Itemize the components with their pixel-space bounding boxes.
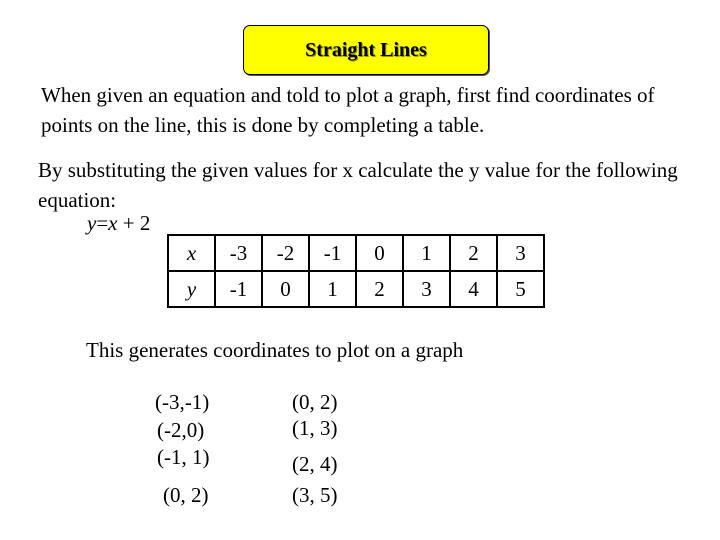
- y-value-cell: 2: [355, 270, 404, 308]
- coordinate-pair: (-2,0): [157, 418, 205, 442]
- x-value-cell: 2: [449, 234, 498, 272]
- equation-rhs-var: x: [108, 211, 118, 235]
- instruction-paragraph: By substituting the given values for x c…: [38, 158, 678, 212]
- x-value-cell: 3: [496, 234, 545, 272]
- title-box: Straight Lines: [243, 25, 489, 75]
- coordinate-pair: (-3,-1): [155, 390, 210, 414]
- values-table: x -3 -2 -1 0 1 2 3 y -1 0 1 2 3 4 5: [167, 234, 545, 308]
- coordinate-pair: (0, 2): [292, 390, 338, 414]
- y-value-cell: 4: [449, 270, 498, 308]
- coordinate-pair: (0, 2): [163, 483, 209, 507]
- generates-text: This generates coordinates to plot on a …: [86, 338, 464, 362]
- intro-paragraph: When given an equation and told to plot …: [41, 83, 655, 137]
- x-value-cell: 0: [355, 234, 404, 272]
- coordinate-pair: (2, 4): [292, 452, 338, 476]
- equation-plus: +: [122, 211, 135, 235]
- coordinate-pair: (-1, 1): [157, 445, 210, 469]
- y-value-cell: 3: [402, 270, 451, 308]
- table-row-y: y -1 0 1 2 3 4 5: [167, 270, 545, 308]
- x-value-cell: -3: [214, 234, 263, 272]
- x-header-cell: x: [167, 234, 216, 272]
- coordinate-pair: (3, 5): [292, 483, 338, 507]
- slide-title: Straight Lines: [305, 38, 427, 61]
- equation-constant: 2: [139, 211, 151, 235]
- x-value-cell: 1: [402, 234, 451, 272]
- table-row-x: x -3 -2 -1 0 1 2 3: [167, 234, 545, 272]
- equation-lhs: y: [87, 211, 97, 235]
- y-value-cell: 5: [496, 270, 545, 308]
- y-value-cell: 0: [261, 270, 310, 308]
- coordinate-pair: (1, 3): [292, 416, 338, 440]
- equation-equals: =: [96, 211, 109, 235]
- x-value-cell: -2: [261, 234, 310, 272]
- y-value-cell: 1: [308, 270, 357, 308]
- y-header-cell: y: [167, 270, 216, 308]
- y-value-cell: -1: [214, 270, 263, 308]
- equation: y=x + 2: [87, 211, 150, 236]
- x-value-cell: -1: [308, 234, 357, 272]
